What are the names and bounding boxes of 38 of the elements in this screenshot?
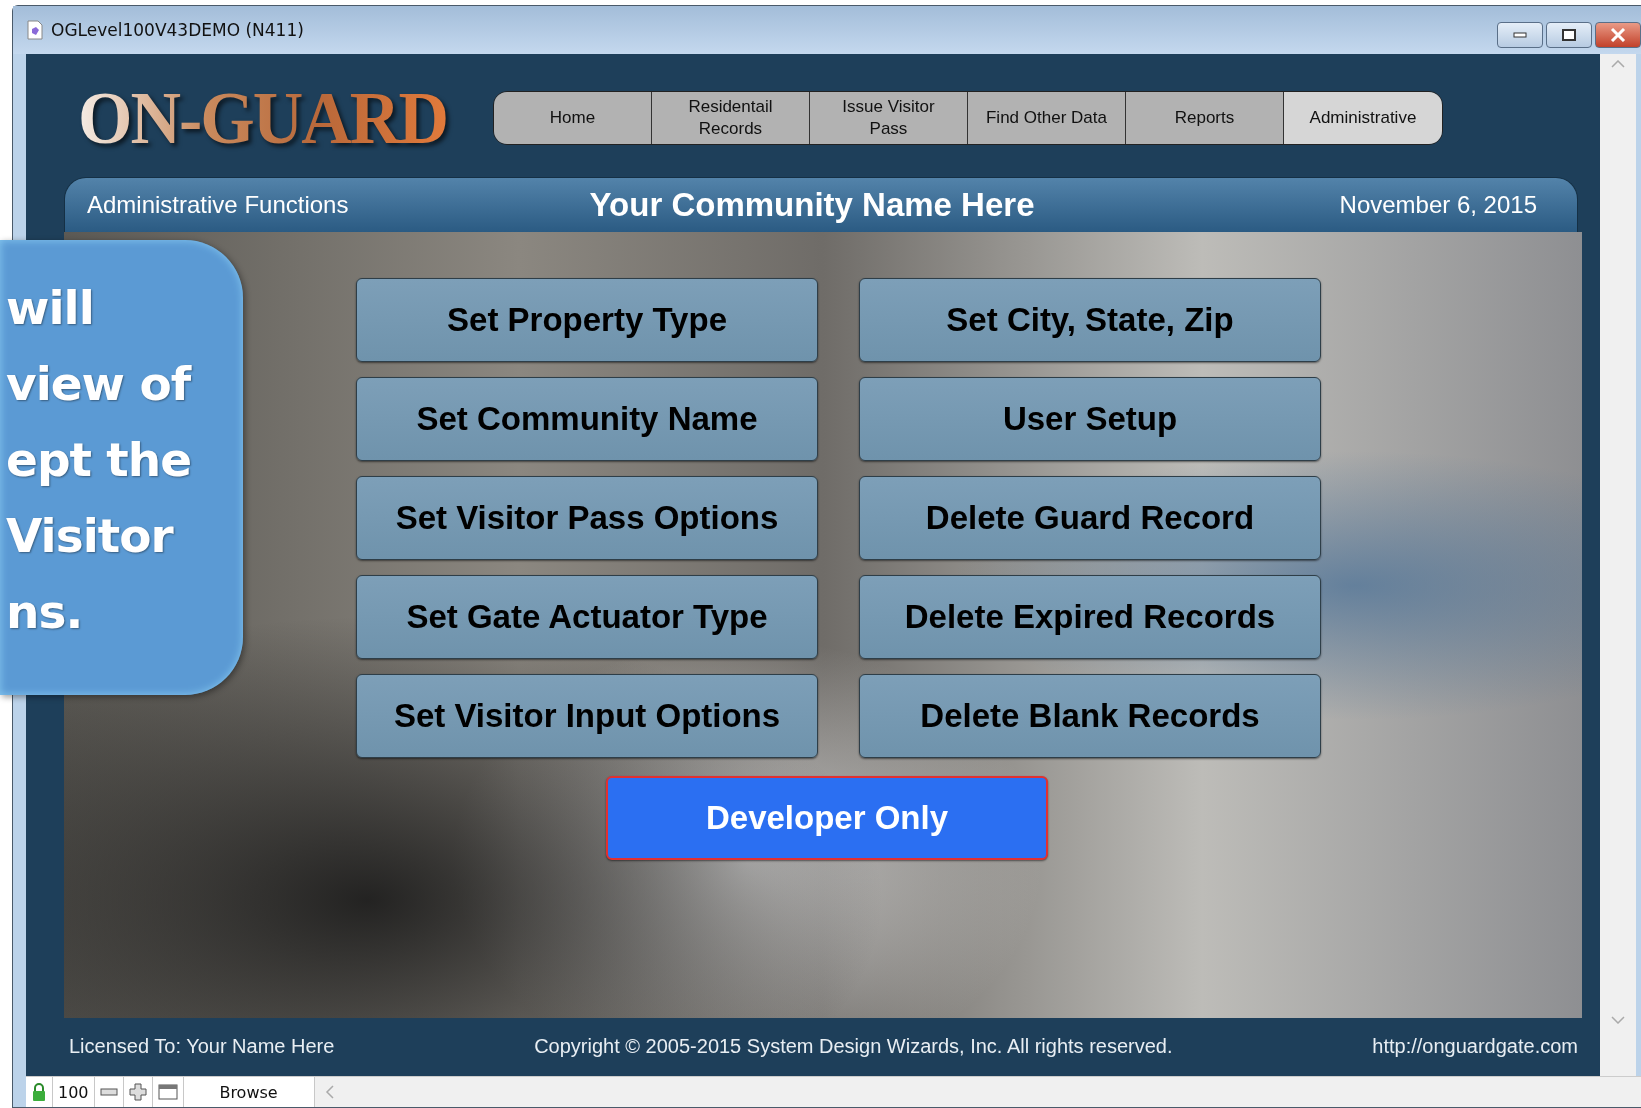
mode-label: Browse [218,1082,279,1102]
lock-icon [31,1082,47,1102]
admin-button[interactable]: Set Visitor Input Options [356,674,818,758]
document-icon [27,20,43,40]
zoom-level: 100 [58,1082,89,1102]
admin-button[interactable]: User Setup [859,377,1321,461]
admin-button[interactable]: Set City, State, Zip [859,278,1321,362]
nav-tab[interactable]: Find Other Data [967,91,1126,144]
window-icon[interactable] [157,1084,178,1100]
developer-button[interactable]: Developer Only [606,776,1048,860]
minimize-icon [1513,32,1527,38]
copyright-text: Copyright © 2005-2015 System Design Wizards, Inc. All rights reserved. [534,1035,1173,1058]
license-text: Licensed To: Your Name Here [69,1035,335,1058]
nav-tab[interactable]: Home [493,91,652,144]
admin-button[interactable]: Delete Expired Records [859,575,1321,659]
nav-tab[interactable]: Reports [1125,91,1284,144]
minimize-button[interactable] [1497,22,1543,48]
maximize-button[interactable] [1546,22,1592,48]
admin-button[interactable]: Set Property Type [356,278,818,362]
close-button[interactable] [1595,22,1641,48]
admin-button[interactable]: Set Visitor Pass Options [356,476,818,560]
date-label: November 6, 2015 [1339,191,1537,219]
community-name: Your Community Name Here [589,186,1035,224]
nav-tab[interactable]: Residentail Records [651,91,810,144]
zoom-out-icon[interactable] [99,1087,118,1097]
nav-tab[interactable]: Administrative [1283,91,1442,144]
admin-button[interactable]: Delete Guard Record [859,476,1321,560]
callout-text: will view of ept the Visitor ns. [5,279,193,641]
section-title: Administrative Functions [87,191,350,219]
website-link[interactable]: http://onguardgate.com [1372,1035,1578,1058]
maximize-icon [1562,29,1576,41]
nav-tab[interactable]: Issue Visitor Pass [809,91,968,144]
close-icon [1610,28,1626,42]
admin-button[interactable]: Set Gate Actuator Type [356,575,818,659]
zoom-in-icon[interactable] [128,1083,147,1101]
admin-button[interactable]: Delete Blank Records [859,674,1321,758]
admin-button[interactable]: Set Community Name [356,377,818,461]
window-title: OGLevel100V43DEMO (N411) [51,20,304,40]
